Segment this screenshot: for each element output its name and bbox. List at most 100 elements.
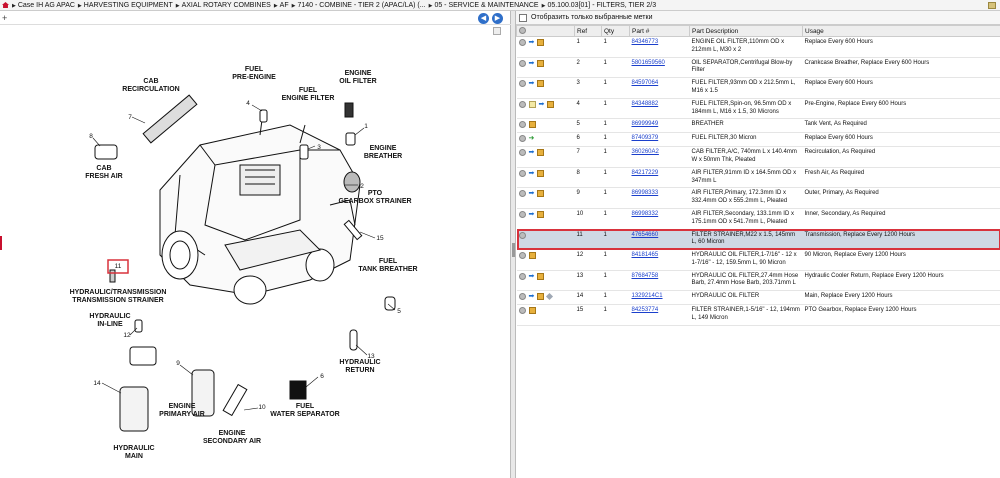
wrench-icon[interactable] <box>546 293 554 301</box>
breadcrumb-item[interactable]: 05.100.03[01] - FILTERS, TIER 2/3 <box>542 2 656 9</box>
cell-part-number[interactable]: 84346773 <box>629 36 690 58</box>
breadcrumb-item[interactable]: Case IH AG APAC <box>12 2 75 9</box>
gear-icon[interactable] <box>519 27 526 35</box>
header-ref[interactable]: Ref <box>574 25 602 37</box>
table-row[interactable]: ➡ 10 1 86998332 AIR FILTER,Secondary, 133.1m… <box>516 208 1000 230</box>
callout-1[interactable]: 1 <box>364 123 368 130</box>
gear-icon[interactable] <box>518 39 526 46</box>
table-row[interactable]: ➡ 13 1 87684758 HYDRAULIC OIL FILTER,27.4mm … <box>516 270 1000 292</box>
gear-icon[interactable] <box>518 231 526 239</box>
package-icon[interactable] <box>537 39 545 46</box>
cell-part-number[interactable]: 87684758 <box>629 270 690 292</box>
callout-7[interactable]: 7 <box>128 114 132 121</box>
gear-icon[interactable] <box>518 293 526 301</box>
cell-part-number[interactable]: 84253774 <box>629 304 690 326</box>
breadcrumb-item[interactable]: HARVESTING EQUIPMENT <box>78 2 173 9</box>
gear-icon[interactable] <box>518 210 526 218</box>
gear-icon[interactable] <box>518 100 526 108</box>
arrow-icon[interactable]: ➡ <box>529 80 535 87</box>
table-row[interactable]: ➡ 1 1 84346773 ENGINE OIL FILTER,110mm OD x … <box>516 36 1000 58</box>
cell-part-number[interactable]: 1329214C1 <box>629 290 690 306</box>
gear-icon[interactable] <box>518 190 526 198</box>
cell-part-number[interactable]: 360260A2 <box>629 146 690 168</box>
arrow-icon[interactable]: ➡ <box>529 211 535 218</box>
callout-9[interactable]: 9 <box>176 360 180 367</box>
gear-icon[interactable] <box>518 80 526 88</box>
note-icon[interactable] <box>528 100 536 108</box>
cell-part-number[interactable]: 47654660 <box>629 229 690 251</box>
callout-4[interactable]: 4 <box>246 100 250 107</box>
package-icon[interactable] <box>537 149 545 157</box>
cell-part-number[interactable]: 84597064 <box>629 77 690 99</box>
package-icon[interactable] <box>537 272 545 280</box>
package-icon[interactable] <box>537 190 545 198</box>
callout-14[interactable]: 14 <box>93 380 101 387</box>
arrow-icon[interactable]: ➡ <box>529 39 535 46</box>
callout-6[interactable]: 6 <box>320 373 324 380</box>
table-row[interactable]: 15 1 84253774 FILTER STRAINER,1-5/16" - 12,… <box>516 304 1000 326</box>
breadcrumb-item[interactable]: 05 - SERVICE & MAINTENANCE <box>429 2 538 9</box>
table-row[interactable]: ➡ 8 1 84217229 AIR FILTER,91mm ID x 164.5mm … <box>516 167 1000 189</box>
package-icon[interactable] <box>537 210 545 218</box>
callout-8[interactable]: 8 <box>89 133 93 140</box>
arrow-icon[interactable]: ➡ <box>529 273 535 280</box>
cell-part-number[interactable]: 84348882 <box>629 98 690 120</box>
callout-12[interactable]: 12 <box>123 332 131 339</box>
callout-11[interactable]: 11 <box>115 263 122 270</box>
cell-part-number[interactable]: 87409379 <box>629 132 690 148</box>
gear-icon[interactable] <box>518 149 526 157</box>
breadcrumb-item[interactable]: AF <box>274 2 289 9</box>
table-row[interactable]: ➡ 9 1 86998333 AIR FILTER,Primary, 172.3mm I… <box>516 187 1000 209</box>
gear-icon[interactable] <box>518 272 526 280</box>
exploded-diagram[interactable]: 1 2 3 4 5 6 7 8 9 10 11 12 13 14 15 CAB … <box>0 25 510 475</box>
package-icon[interactable] <box>537 293 545 301</box>
table-row[interactable]: 11 1 47654660 FILTER STRAINER,M22 x 1.5, 14… <box>516 229 1000 251</box>
gear-icon[interactable] <box>518 252 526 260</box>
callout-3[interactable]: 3 <box>317 144 321 151</box>
table-row[interactable]: 5 1 86999949 BREATHER Tank Vent, As Required <box>516 118 1000 134</box>
header-qty[interactable]: Qty <box>601 25 630 37</box>
gear-icon[interactable] <box>518 121 526 129</box>
cell-part-number[interactable]: 84181465 <box>629 249 690 271</box>
table-row[interactable]: 12 1 84181465 HYDRAULIC OIL FILTER,1-7/16" … <box>516 249 1000 271</box>
gear-icon[interactable] <box>518 307 526 315</box>
table-row[interactable]: ➡ 14 1 1329214C1 HYDRAULIC OIL FILTER Main, R… <box>516 290 1000 306</box>
header-part[interactable]: Part # <box>629 25 690 37</box>
breadcrumb-item[interactable]: 7140 - COMBINE - TIER 2 (APAC/LA) (... <box>292 2 425 9</box>
table-row[interactable]: ➡ 4 1 84348882 FUEL FILTER,Spin-on, 96.5mm O… <box>516 98 1000 120</box>
gear-icon[interactable] <box>518 169 526 177</box>
callout-5[interactable]: 5 <box>397 308 401 315</box>
package-icon[interactable] <box>528 307 536 315</box>
table-row[interactable]: ➡ 7 1 360260A2 CAB FILTER,A/C, 740mm L x 140… <box>516 146 1000 168</box>
show-selected-checkbox[interactable] <box>519 13 527 22</box>
package-icon[interactable] <box>537 59 545 67</box>
package-icon[interactable] <box>528 252 536 260</box>
cell-part-number[interactable]: 5801659560 <box>629 57 690 79</box>
arrow-icon[interactable]: ➡ <box>529 60 535 67</box>
previous-button[interactable]: ◀ <box>478 13 489 24</box>
gear-icon[interactable] <box>518 135 526 143</box>
header-usage[interactable]: Usage <box>802 25 1000 37</box>
package-icon[interactable] <box>537 80 545 88</box>
arrow-icon[interactable]: ➡ <box>529 293 535 300</box>
cell-part-number[interactable]: 86998332 <box>629 208 690 230</box>
arrow-icon[interactable]: ➡ <box>529 190 535 197</box>
splitter-grip[interactable] <box>512 243 515 257</box>
green-arrow-icon[interactable]: ➜ <box>529 135 535 142</box>
folder-icon[interactable] <box>988 2 996 9</box>
next-button[interactable]: ▶ <box>492 13 503 24</box>
callout-15[interactable]: 15 <box>376 235 384 242</box>
arrow-icon[interactable]: ➡ <box>529 170 535 177</box>
table-row[interactable]: ➡ 3 1 84597064 FUEL FILTER,93mm OD x 212.5mm… <box>516 77 1000 99</box>
table-row[interactable]: ➡ 2 1 5801659560 OIL SEPARATOR,Centrifugal B… <box>516 57 1000 79</box>
package-icon[interactable] <box>528 121 536 129</box>
table-row[interactable]: ➜ 6 1 87409379 FUEL FILTER,30 Micron Replace … <box>516 132 1000 148</box>
gear-icon[interactable] <box>518 59 526 67</box>
callout-10[interactable]: 10 <box>258 404 266 411</box>
package-icon[interactable] <box>547 100 555 108</box>
cell-part-number[interactable]: 86998333 <box>629 187 690 209</box>
breadcrumb-item[interactable]: AXIAL ROTARY COMBINES <box>176 2 271 9</box>
arrow-icon[interactable]: ➡ <box>529 149 535 156</box>
cell-part-number[interactable]: 86999949 <box>629 118 690 134</box>
callout-2[interactable]: 2 <box>360 183 364 190</box>
